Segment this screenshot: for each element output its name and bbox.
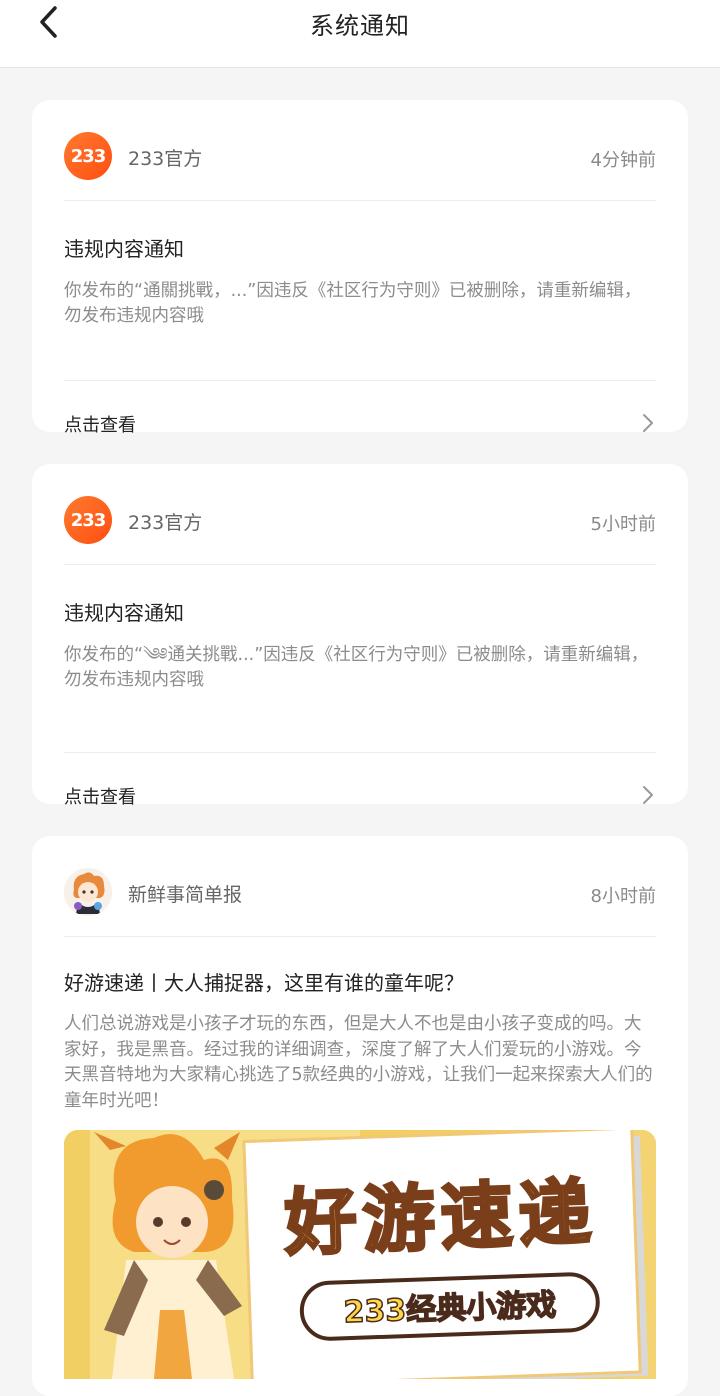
notice-text: 你发布的“༄༅通关挑戰...”因违反《社区行为守则》已被删除，请重新编辑，勿发布… (64, 645, 649, 690)
news-card[interactable]: 新鲜事简单报 8小时前 好游速递丨大人捕捉器，这里有谁的童年呢？ 人们总说游戏是… (32, 836, 688, 1396)
card-header: 233 233官方 4分钟前 (64, 100, 656, 201)
notice-text: 你发布的“通關挑戰，...”因违反《社区行为守则》已被删除，请重新编辑，勿发布违… (64, 281, 642, 326)
notice-title: 违规内容通知 (64, 237, 184, 261)
view-details-row[interactable]: 点击查看 (64, 752, 656, 838)
notification-card: 233 233官方 4分钟前 违规内容通知 你发布的“通關挑戰，...”因违反《… (32, 100, 688, 436)
card-body: 好游速递丨大人捕捉器，这里有谁的童年呢？ 人们总说游戏是小孩子才玩的东西，但是大… (64, 969, 656, 1114)
banner-headline: 好游速递 (282, 1170, 598, 1265)
timestamp: 8小时前 (590, 886, 656, 907)
sender-name: 233官方 (128, 512, 203, 534)
banner-subtitle: 233经典小游戏 (343, 1288, 557, 1330)
233-logo-avatar: 233 (64, 496, 112, 544)
timestamp: 4分钟前 (590, 150, 656, 171)
card-header: 新鲜事简单报 8小时前 (64, 836, 656, 937)
character-avatar-icon (64, 868, 112, 916)
character-avatar (64, 868, 112, 916)
sender-name: 新鲜事简单报 (128, 884, 243, 906)
chevron-right-icon (643, 414, 653, 432)
page-title: 系统通知 (310, 12, 410, 40)
card-header: 233 233官方 5小时前 (64, 464, 656, 565)
sender-name: 233官方 (128, 148, 203, 170)
timestamp: 5小时前 (590, 514, 656, 535)
view-details-label: 点击查看 (64, 787, 136, 808)
233-logo-avatar: 233 (64, 132, 112, 180)
view-details-row[interactable]: 点击查看 (64, 380, 656, 466)
article-title: 好游速递丨大人捕捉器，这里有谁的童年呢？ (64, 971, 464, 995)
notification-card: 233 233官方 5小时前 违规内容通知 你发布的“༄༅通关挑戰...”因违反… (32, 464, 688, 808)
card-body: 违规内容通知 你发布的“通關挑戰，...”因违反《社区行为守则》已被删除，请重新… (64, 235, 656, 380)
banner-illustration: 好游速递 233经典小游戏 (64, 1130, 656, 1379)
notice-title: 违规内容通知 (64, 601, 184, 625)
view-details-label: 点击查看 (64, 415, 136, 436)
top-bar: 系统通知 (0, 0, 720, 68)
article-summary: 人们总说游戏是小孩子才玩的东西，但是大人不也是由小孩子变成的吗。大家好，我是黑音… (64, 1014, 653, 1111)
article-banner[interactable]: 好游速递 233经典小游戏 (64, 1130, 656, 1379)
card-body: 违规内容通知 你发布的“༄༅通关挑戰...”因违反《社区行为守则》已被删除，请重… (64, 599, 656, 752)
chevron-right-icon (643, 786, 653, 804)
